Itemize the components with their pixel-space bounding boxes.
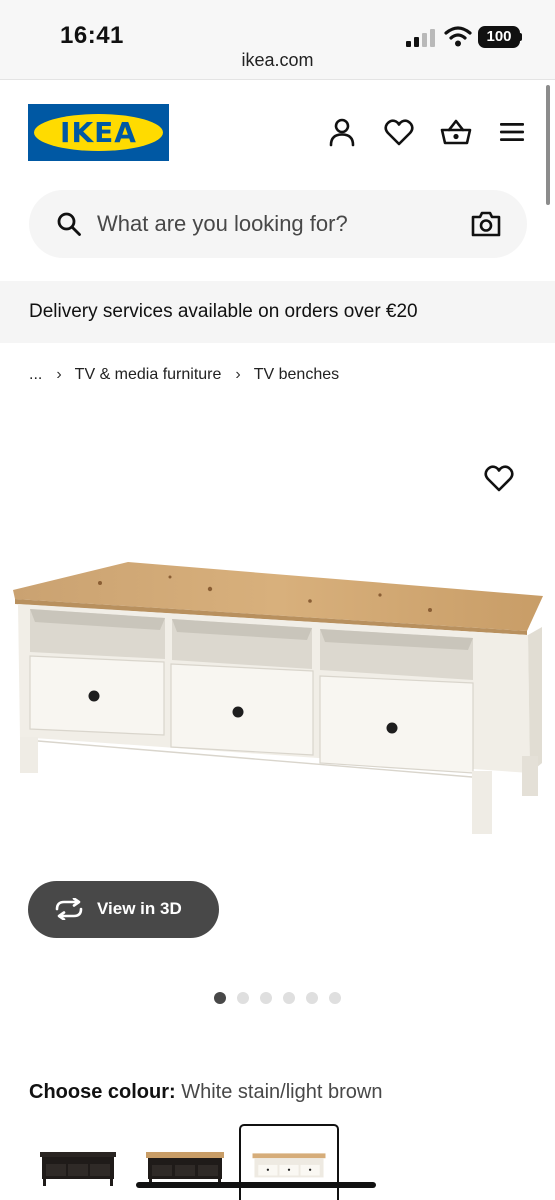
scroll-indicator[interactable] (546, 85, 550, 205)
battery-indicator: 100 (478, 26, 520, 48)
menu-icon[interactable] (497, 116, 529, 148)
logo-oval: IKEA (34, 114, 163, 151)
3d-rotate-icon (55, 898, 83, 920)
camera-icon[interactable] (471, 210, 501, 238)
carousel-dot-4[interactable] (283, 992, 295, 1004)
product-image-tv-bench[interactable] (10, 555, 550, 845)
search-input[interactable]: What are you looking for? (97, 211, 348, 237)
status-time: 16:41 (60, 22, 124, 49)
chevron-right-icon: › (56, 366, 62, 383)
choose-colour-label: Choose colour: (29, 1081, 182, 1103)
breadcrumb-tv-benches[interactable]: TV benches (254, 366, 339, 384)
selected-colour-value: White stain/light brown (181, 1081, 383, 1103)
view-in-3d-button[interactable]: View in 3D (28, 881, 219, 938)
image-carousel-dots (214, 992, 341, 1004)
carousel-dot-2[interactable] (237, 992, 249, 1004)
chevron-right-icon: › (235, 366, 241, 383)
search-icon[interactable] (56, 211, 82, 237)
logo-text: IKEA (60, 116, 137, 149)
colour-swatch-black-brown[interactable] (28, 1124, 128, 1200)
choose-colour-row: Choose colour: White stain/light brown (29, 1081, 382, 1104)
search-bar[interactable]: What are you looking for? (29, 190, 527, 258)
swatch-thumbnail (252, 1153, 326, 1178)
add-to-favourites-icon[interactable] (483, 462, 515, 494)
basket-icon[interactable] (440, 116, 472, 148)
delivery-banner-text: Delivery services available on orders ov… (29, 301, 418, 322)
breadcrumb-tv-media-furniture[interactable]: TV & media furniture (75, 366, 222, 384)
view-in-3d-label: View in 3D (97, 899, 182, 918)
profile-icon[interactable] (326, 116, 358, 148)
colour-swatch-black-brown-light-brown[interactable] (136, 1124, 236, 1200)
ikea-logo[interactable]: IKEA (28, 104, 169, 161)
home-indicator[interactable] (136, 1182, 376, 1188)
carousel-dot-6[interactable] (329, 992, 341, 1004)
breadcrumb: ... › TV & media furniture › TV benches (29, 364, 339, 386)
address-bar-url[interactable]: ikea.com (0, 50, 555, 71)
carousel-dot-1[interactable] (214, 992, 226, 1004)
breadcrumb-more[interactable]: ... (29, 366, 42, 384)
carousel-dot-3[interactable] (260, 992, 272, 1004)
wifi-icon (444, 26, 472, 47)
colour-swatch-white-stain-light-brown[interactable] (239, 1124, 339, 1200)
signal-icon (406, 29, 435, 47)
browser-status-bar: 16:41 100 ikea.com (0, 0, 555, 80)
delivery-banner[interactable]: Delivery services available on orders ov… (0, 281, 555, 343)
heart-icon[interactable] (383, 116, 415, 148)
carousel-dot-5[interactable] (306, 992, 318, 1004)
battery-tip (519, 33, 522, 41)
